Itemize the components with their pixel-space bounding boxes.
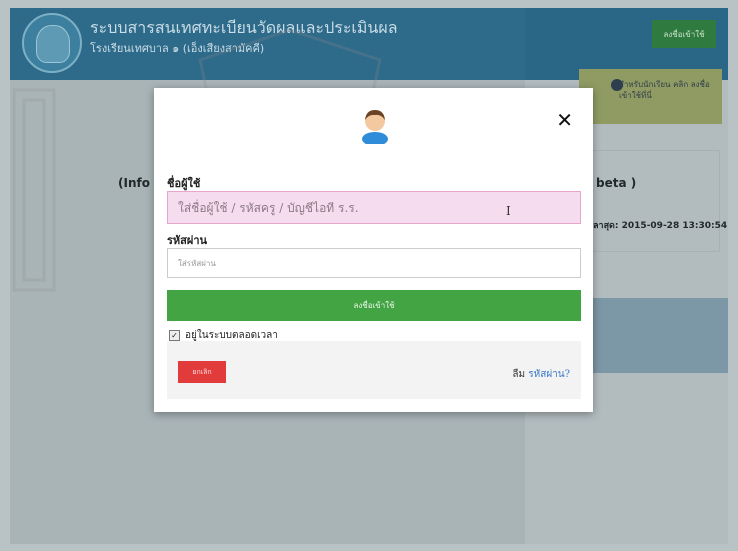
username-input[interactable] bbox=[167, 191, 581, 224]
forgot-prefix: ลืม bbox=[512, 369, 526, 380]
user-avatar-icon bbox=[362, 110, 388, 144]
site-subtitle: โรงเรียนเทศบาล ๑ (เอ็งเสียงสามัคคี) bbox=[90, 42, 265, 55]
text-cursor-icon: I bbox=[506, 204, 511, 218]
info-heading-right: beta ) bbox=[596, 176, 637, 190]
info-heading-left: (Info bbox=[118, 176, 150, 190]
school-logo-icon bbox=[22, 13, 82, 73]
login-modal: ✕ ชื่อผู้ใช้ I รหัสผ่าน ลงชื่อเข้าใช้ ✓ … bbox=[154, 88, 593, 412]
last-update-label: ลาสุด: 2015-09-28 13:30:54 bbox=[593, 221, 728, 231]
login-submit-button[interactable]: ลงชื่อเข้าใช้ bbox=[167, 290, 581, 321]
cancel-button[interactable]: ยกเลิก bbox=[178, 361, 226, 383]
student-login-panel[interactable]: สำหรับนักเรียน คลิก ลงชื่อเข้าใช้ที่นี่ bbox=[579, 69, 722, 124]
page-backdrop: ระบบสารสนเทศทะเบียนวัดผลและประเมินผล โรง… bbox=[0, 0, 738, 551]
header-login-button[interactable]: ลงชื่อเข้าใช้ bbox=[652, 20, 716, 48]
checkbox-checked-icon[interactable]: ✓ bbox=[169, 330, 180, 341]
password-input[interactable] bbox=[167, 248, 581, 278]
student-login-text: สำหรับนักเรียน คลิก ลงชื่อเข้าใช้ที่นี่ bbox=[619, 80, 710, 100]
forgot-password-link[interactable]: รหัสผ่าน? bbox=[528, 369, 570, 380]
forgot-password: ลืม รหัสผ่าน? bbox=[512, 367, 570, 382]
modal-footer: ยกเลิก ลืม รหัสผ่าน? bbox=[167, 341, 581, 399]
password-label: รหัสผ่าน bbox=[167, 234, 208, 247]
site-title: ระบบสารสนเทศทะเบียนวัดผลและประเมินผล bbox=[90, 18, 398, 37]
close-icon[interactable]: ✕ bbox=[556, 110, 573, 130]
users-icon bbox=[611, 79, 623, 91]
username-label: ชื่อผู้ใช้ bbox=[167, 177, 201, 190]
